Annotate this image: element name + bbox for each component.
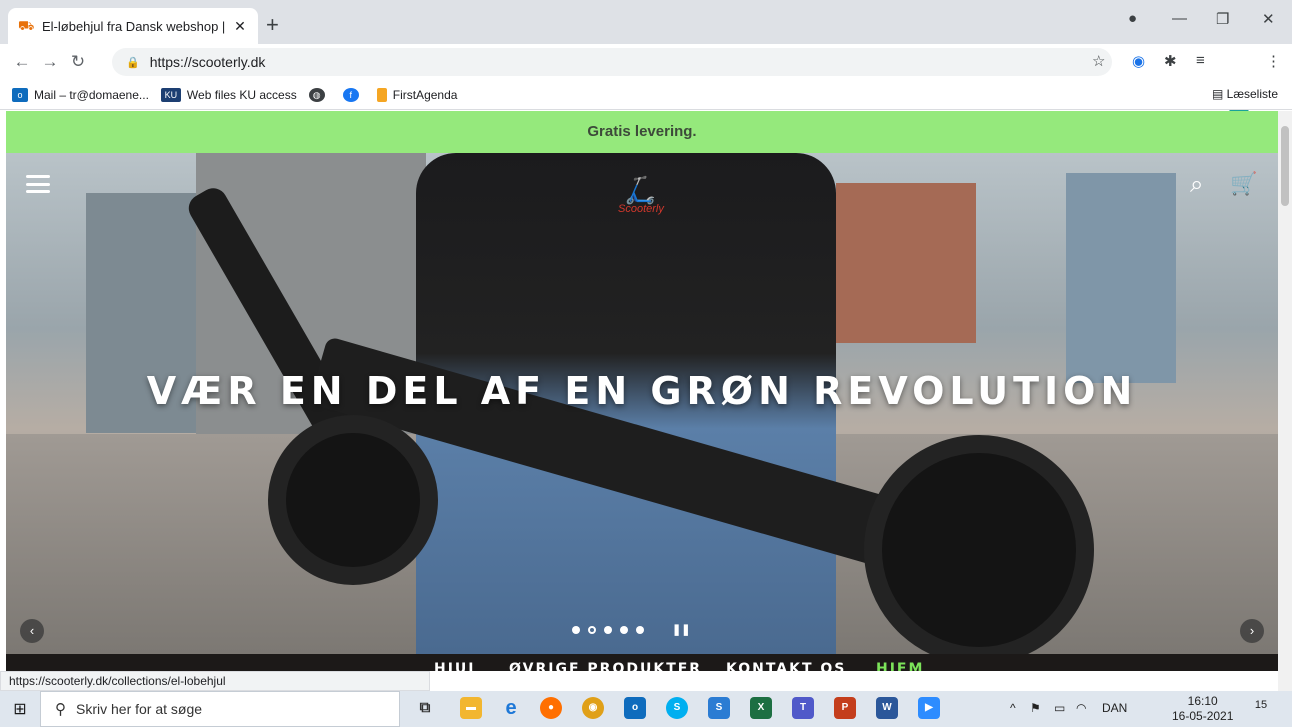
excel-icon[interactable]: X xyxy=(750,697,772,719)
bookmark-mail[interactable]: o Mail – tr@domaene... xyxy=(12,87,149,102)
globe-icon: ◍ xyxy=(308,87,325,102)
scooter-favicon-icon: ⛟ xyxy=(18,18,35,33)
slide-dot-3[interactable] xyxy=(604,625,612,634)
profile-circle-icon[interactable]: ● xyxy=(1128,10,1137,27)
clock-time: 16:10 xyxy=(1187,694,1218,708)
bookmark-star-icon[interactable]: ☆ xyxy=(1092,52,1105,70)
cart-icon[interactable]: 🛒 xyxy=(1230,171,1257,197)
outlook-taskbar-icon[interactable]: o xyxy=(624,697,646,719)
scooter-wheel-rear xyxy=(864,435,1094,654)
battery-icon[interactable]: ▭ xyxy=(1054,701,1065,715)
skype-icon[interactable]: S xyxy=(666,697,688,719)
skype-business-icon[interactable]: S xyxy=(708,697,730,719)
reading-mode-icon[interactable]: ≡ xyxy=(1196,52,1205,69)
menu-kebab-icon[interactable]: ⋮ xyxy=(1266,52,1281,70)
scooter-wheel-front xyxy=(268,415,438,585)
slide-prev-button[interactable]: ‹ xyxy=(20,619,44,643)
hero-slideshow: 🛴 Scooterly ⌕ 🛒 VÆR EN DEL AF EN GRØN RE… xyxy=(6,153,1278,654)
scooter-logo-icon: 🛴 xyxy=(624,175,658,205)
taskbar-search[interactable]: ⚲ Skriv her for at søge xyxy=(40,691,400,727)
hamburger-menu-icon[interactable] xyxy=(26,175,50,193)
file-explorer-icon[interactable]: ▬ xyxy=(460,697,482,719)
wifi-icon[interactable]: ◠ xyxy=(1076,701,1086,715)
slide-dots: ❚❚ xyxy=(572,623,690,636)
slide-dot-2[interactable] xyxy=(588,625,596,634)
bookmarks-bar: o Mail – tr@domaene... KU Web files KU a… xyxy=(0,80,1292,110)
lock-icon: 🔒 xyxy=(126,56,140,69)
forward-arrow-icon[interactable]: → xyxy=(36,52,64,72)
tray-app-icon[interactable]: ⚑ xyxy=(1030,701,1041,715)
task-view-icon[interactable]: ⧉ xyxy=(414,697,436,719)
building-glass xyxy=(1066,173,1176,383)
tab-title: El-løbehjul fra Dansk webshop | xyxy=(42,18,232,34)
browser-tab-strip: ⛟ El-løbehjul fra Dansk webshop | ✕ + ● … xyxy=(0,0,1292,44)
powerpoint-icon[interactable]: P xyxy=(834,697,856,719)
windows-taskbar: ⊞ ⚲ Skriv her for at søge ⧉ ▬ e ● ◉ o S … xyxy=(0,691,1292,727)
facebook-icon: f xyxy=(342,87,359,102)
search-icon[interactable]: ⌕ xyxy=(1190,171,1203,199)
bookmark-firstagenda[interactable]: FirstAgenda xyxy=(376,87,457,102)
minimize-button[interactable]: — xyxy=(1172,10,1187,27)
teams-icon[interactable]: T xyxy=(792,697,814,719)
url-bar[interactable]: 🔒 https://scooterly.dk xyxy=(112,48,1112,76)
scooterly-logo[interactable]: 🛴 Scooterly xyxy=(618,177,664,215)
clock-date: 16-05-2021 xyxy=(1172,709,1234,723)
nav-item-products[interactable]: ØVRIGE PRODUKTER xyxy=(509,661,702,671)
restore-button[interactable]: ❐ xyxy=(1216,10,1229,28)
close-window-button[interactable]: ✕ xyxy=(1262,10,1275,28)
firefox-icon[interactable]: ● xyxy=(540,697,562,719)
scrollbar-thumb[interactable] xyxy=(1281,126,1289,206)
chrome-icon[interactable]: ◉ xyxy=(582,697,604,719)
slide-dot-1[interactable] xyxy=(572,625,580,634)
notification-center-icon[interactable]: 15 xyxy=(1250,699,1272,719)
language-indicator[interactable]: DAN xyxy=(1102,701,1127,715)
hero-headline: VÆR EN DEL AF EN GRØN REVOLUTION xyxy=(146,369,1138,413)
bookmark-facebook[interactable]: f xyxy=(342,87,365,102)
close-tab-icon[interactable]: ✕ xyxy=(232,18,248,35)
firstagenda-icon xyxy=(376,87,387,102)
link-status-bar: https://scooterly.dk/collections/el-lobe… xyxy=(0,671,430,691)
main-navigation: HJUL ØVRIGE PRODUKTER KONTAKT OS HJEM xyxy=(6,654,1278,671)
slide-dot-4[interactable] xyxy=(620,625,628,634)
bookmark-ku[interactable]: KU Web files KU access xyxy=(160,87,297,102)
url-text: https://scooterly.dk xyxy=(149,54,266,70)
outlook-icon: o xyxy=(12,87,28,102)
building-brick xyxy=(836,183,976,343)
ku-icon: KU xyxy=(160,87,181,102)
windows-start-icon[interactable]: ⊞ xyxy=(0,699,40,719)
taskbar-clock[interactable]: 16:10 16-05-2021 xyxy=(1172,694,1233,724)
web-page: Gratis levering. 🛴 Scooterly ⌕ 🛒 VÆR EN … xyxy=(0,111,1278,671)
tray-chevron-icon[interactable]: ^ xyxy=(1010,701,1016,715)
nav-item-home[interactable]: HJEM xyxy=(876,661,924,671)
extensions-puzzle-icon[interactable]: ✱ xyxy=(1164,52,1177,70)
reading-list-icon: ▤ xyxy=(1211,87,1227,101)
bookmark-globe[interactable]: ◍ xyxy=(308,87,331,102)
back-arrow-icon[interactable]: ← xyxy=(8,52,36,72)
zoom-icon[interactable]: ▶ xyxy=(918,697,940,719)
slide-dot-5[interactable] xyxy=(636,625,644,634)
nav-item-hjul[interactable]: HJUL xyxy=(434,661,479,671)
edge-icon[interactable]: e xyxy=(500,697,522,719)
browser-tab[interactable]: ⛟ El-løbehjul fra Dansk webshop | ✕ xyxy=(8,8,258,44)
address-bar-row: ← → ↻ 🔒 https://scooterly.dk ☆ ◉ ✱ ≡ T ⋮ xyxy=(0,44,1292,116)
reload-icon[interactable]: ↻ xyxy=(64,52,92,72)
pause-icon[interactable]: ❚❚ xyxy=(672,623,690,636)
extension-icon[interactable]: ◉ xyxy=(1132,52,1145,70)
search-icon: ⚲ xyxy=(55,701,66,718)
nav-item-contact[interactable]: KONTAKT OS xyxy=(726,661,846,671)
reading-list-button[interactable]: ▤ Læseliste xyxy=(1212,87,1278,101)
new-tab-button[interactable]: + xyxy=(266,12,279,38)
slide-next-button[interactable]: › xyxy=(1240,619,1264,643)
word-icon[interactable]: W xyxy=(876,697,898,719)
free-delivery-banner: Gratis levering. xyxy=(6,111,1278,153)
